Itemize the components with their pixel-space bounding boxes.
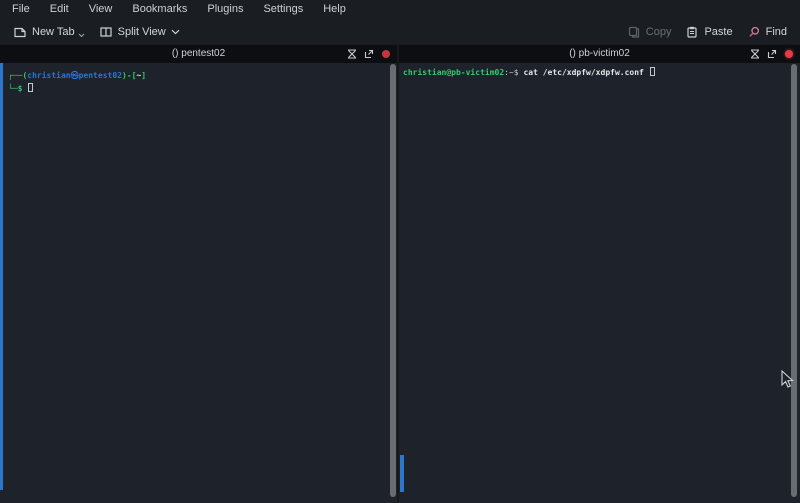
menu-edit[interactable]: Edit [40, 0, 79, 19]
prompt-user-host: christian@pb-victim02 [403, 68, 504, 77]
prompt-frame-mid: )-[ [122, 71, 136, 80]
split-view-caret-icon [171, 29, 180, 35]
terminal-output: ┌──(christian㉿pentest02)-[~] └─$ [0, 63, 397, 95]
pane-title-pb-victim02: () pb-victim02 [399, 45, 800, 63]
typed-command: cat /etc/xdpfw/xdpfw.conf [523, 68, 643, 77]
menu-settings[interactable]: Settings [253, 0, 313, 19]
paste-label: Paste [704, 26, 732, 38]
menu-plugins[interactable]: Plugins [197, 0, 253, 19]
prompt-frame-open: ┌──( [8, 71, 27, 80]
menu-help[interactable]: Help [313, 0, 356, 19]
pane-header-pentest02[interactable]: () pentest02 [0, 45, 397, 63]
mouse-cursor [781, 370, 795, 395]
prompt-line2: └─$ [8, 84, 22, 93]
detach-view-icon[interactable] [767, 49, 777, 59]
terminal-cursor [28, 83, 33, 92]
maximize-view-icon[interactable] [750, 49, 760, 59]
terminal-output: christian@pb-victim02:~$ cat /etc/xdpfw/… [399, 63, 800, 79]
prompt-frame-close: ] [141, 71, 146, 80]
toolbar: New Tab Split View Copy Paste [0, 19, 800, 44]
menu-bar: File Edit View Bookmarks Plugins Setting… [0, 0, 800, 19]
new-tab-label: New Tab [32, 26, 75, 38]
find-label: Find [766, 26, 787, 38]
copy-icon [627, 25, 641, 39]
menu-file[interactable]: File [2, 0, 40, 19]
terminal-cursor [650, 67, 655, 76]
left-pane-scrollbar[interactable] [390, 64, 396, 497]
terminal-pb-victim02[interactable]: christian@pb-victim02:~$ cat /etc/xdpfw/… [399, 63, 800, 503]
menu-bookmarks[interactable]: Bookmarks [122, 0, 197, 19]
new-tab-button[interactable]: New Tab [6, 21, 92, 43]
pane-header-pb-victim02[interactable]: () pb-victim02 [399, 45, 800, 63]
close-view-button[interactable] [382, 50, 390, 58]
left-pane-edge-indicator [0, 63, 3, 490]
split-view-label: Split View [118, 26, 166, 38]
paste-button[interactable]: Paste [678, 21, 739, 43]
find-icon [747, 25, 761, 39]
menu-view[interactable]: View [79, 0, 123, 19]
detach-view-icon[interactable] [364, 49, 374, 59]
split-view-button[interactable]: Split View [92, 21, 187, 43]
maximize-view-icon[interactable] [347, 49, 357, 59]
prompt-user-host: christian㉿pentest02 [27, 71, 122, 80]
pane-title-pentest02: () pentest02 [0, 45, 397, 63]
close-view-button[interactable] [785, 50, 793, 58]
copy-button[interactable]: Copy [620, 21, 679, 43]
new-tab-icon [13, 25, 27, 39]
new-tab-caret-icon [78, 33, 85, 38]
terminal-pentest02[interactable]: ┌──(christian㉿pentest02)-[~] └─$ [0, 63, 397, 503]
split-view-icon [99, 25, 113, 39]
copy-label: Copy [646, 26, 672, 38]
paste-icon [685, 25, 699, 39]
find-button[interactable]: Find [740, 21, 794, 43]
right-pane-scrollbar[interactable] [791, 64, 797, 497]
prompt-separator: :~$ [504, 68, 518, 77]
toolbar-right-group: Copy Paste Find [620, 21, 794, 43]
right-pane-scroll-indicator [400, 455, 404, 492]
